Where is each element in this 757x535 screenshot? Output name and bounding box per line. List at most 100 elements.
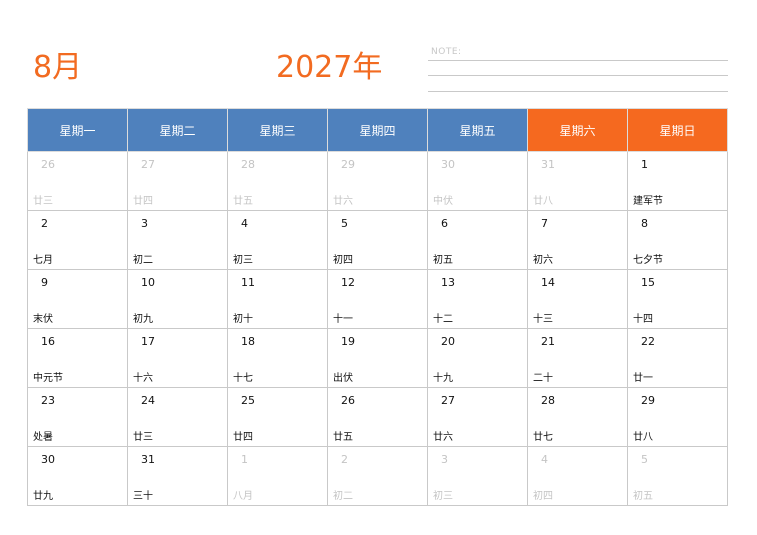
day-number: 6 — [441, 217, 448, 230]
day-cell[interactable]: 8 七夕节 — [627, 210, 728, 270]
day-number: 26 — [341, 394, 355, 407]
day-cell[interactable]: 29 廿八 — [627, 387, 728, 447]
day-cell[interactable]: 7 初六 — [527, 210, 628, 270]
lunar-date: 建军节 — [633, 196, 663, 207]
day-cell[interactable]: 6 初五 — [427, 210, 528, 270]
day-cell[interactable]: 17 十六 — [127, 328, 228, 388]
day-cell[interactable]: 24 廿三 — [127, 387, 228, 447]
day-number: 11 — [241, 276, 255, 289]
day-cell[interactable]: 30 廿九 — [27, 446, 128, 506]
day-number: 27 — [141, 158, 155, 171]
day-cell[interactable]: 12 十一 — [327, 269, 428, 329]
day-number: 13 — [441, 276, 455, 289]
weekend-header: 星期六 — [527, 108, 628, 152]
day-number: 17 — [141, 335, 155, 348]
day-number: 10 — [141, 276, 155, 289]
day-cell[interactable]: 31 三十 — [127, 446, 228, 506]
day-cell[interactable]: 23 处暑 — [27, 387, 128, 447]
day-number: 4 — [541, 453, 548, 466]
day-number: 15 — [641, 276, 655, 289]
lunar-date: 七夕节 — [633, 255, 663, 266]
day-cell[interactable]: 27 廿六 — [427, 387, 528, 447]
day-cell[interactable]: 21 二十 — [527, 328, 628, 388]
day-number: 9 — [41, 276, 48, 289]
lunar-date: 廿六 — [333, 196, 353, 207]
other-month-day-cell[interactable]: 28 廿五 — [227, 151, 328, 211]
week-row: 26 廿三 27 廿四 28 廿五 29 廿六 30 中伏 31 廿八 1 建军节 — [27, 151, 728, 211]
day-number: 29 — [341, 158, 355, 171]
day-number: 31 — [141, 453, 155, 466]
lunar-date: 十一 — [333, 314, 353, 325]
note-label: NOTE: — [431, 47, 462, 57]
lunar-date: 三十 — [133, 491, 153, 502]
day-cell[interactable]: 13 十二 — [427, 269, 528, 329]
lunar-date: 初三 — [433, 491, 453, 502]
other-month-day-cell[interactable]: 29 廿六 — [327, 151, 428, 211]
note-line — [428, 60, 728, 61]
lunar-date: 十二 — [433, 314, 453, 325]
lunar-date: 十六 — [133, 373, 153, 384]
lunar-date: 初二 — [133, 255, 153, 266]
day-number: 21 — [541, 335, 555, 348]
day-number: 1 — [641, 158, 648, 171]
day-cell[interactable]: 20 十九 — [427, 328, 528, 388]
other-month-day-cell[interactable]: 31 廿八 — [527, 151, 628, 211]
other-month-day-cell[interactable]: 3 初三 — [427, 446, 528, 506]
calendar-grid: 星期一 星期二 星期三 星期四 星期五 星期六 星期日 26 廿三 27 廿四 28 廿五… — [27, 108, 728, 506]
day-cell[interactable]: 1 建军节 — [627, 151, 728, 211]
day-number: 28 — [541, 394, 555, 407]
other-month-day-cell[interactable]: 1 八月 — [227, 446, 328, 506]
day-cell[interactable]: 19 出伏 — [327, 328, 428, 388]
other-month-day-cell[interactable]: 30 中伏 — [427, 151, 528, 211]
day-cell[interactable]: 9 末伏 — [27, 269, 128, 329]
day-cell[interactable]: 15 十四 — [627, 269, 728, 329]
weekday-header-row: 星期一 星期二 星期三 星期四 星期五 星期六 星期日 — [27, 108, 728, 152]
other-month-day-cell[interactable]: 27 廿四 — [127, 151, 228, 211]
day-number: 5 — [341, 217, 348, 230]
day-number: 14 — [541, 276, 555, 289]
day-cell[interactable]: 25 廿四 — [227, 387, 328, 447]
day-number: 3 — [141, 217, 148, 230]
day-cell[interactable]: 16 中元节 — [27, 328, 128, 388]
day-cell[interactable]: 10 初九 — [127, 269, 228, 329]
lunar-date: 初四 — [333, 255, 353, 266]
day-number: 2 — [341, 453, 348, 466]
day-number: 24 — [141, 394, 155, 407]
day-number: 2 — [41, 217, 48, 230]
day-cell[interactable]: 11 初十 — [227, 269, 328, 329]
day-cell[interactable]: 3 初二 — [127, 210, 228, 270]
day-cell[interactable]: 26 廿五 — [327, 387, 428, 447]
day-cell[interactable]: 2 七月 — [27, 210, 128, 270]
day-cell[interactable]: 22 廿一 — [627, 328, 728, 388]
other-month-day-cell[interactable]: 4 初四 — [527, 446, 628, 506]
note-line — [428, 75, 728, 76]
other-month-day-cell[interactable]: 5 初五 — [627, 446, 728, 506]
day-number: 28 — [241, 158, 255, 171]
day-number: 27 — [441, 394, 455, 407]
day-number: 5 — [641, 453, 648, 466]
week-row: 23 处暑 24 廿三 25 廿四 26 廿五 27 廿六 28 廿七 29 廿八 — [27, 387, 728, 447]
lunar-date: 末伏 — [33, 314, 53, 325]
day-number: 25 — [241, 394, 255, 407]
day-number: 23 — [41, 394, 55, 407]
day-cell[interactable]: 4 初三 — [227, 210, 328, 270]
lunar-date: 廿一 — [633, 373, 653, 384]
lunar-date: 廿五 — [333, 432, 353, 443]
week-row: 9 末伏 10 初九 11 初十 12 十一 13 十二 14 十三 15 十四 — [27, 269, 728, 329]
lunar-date: 廿四 — [133, 196, 153, 207]
day-number: 20 — [441, 335, 455, 348]
other-month-day-cell[interactable]: 2 初二 — [327, 446, 428, 506]
day-number: 30 — [41, 453, 55, 466]
lunar-date: 八月 — [233, 491, 253, 502]
day-cell[interactable]: 14 十三 — [527, 269, 628, 329]
day-cell[interactable]: 18 十七 — [227, 328, 328, 388]
day-cell[interactable]: 5 初四 — [327, 210, 428, 270]
weekday-header: 星期四 — [327, 108, 428, 152]
note-line — [428, 91, 728, 92]
day-number: 19 — [341, 335, 355, 348]
lunar-date: 廿六 — [433, 432, 453, 443]
lunar-date: 十七 — [233, 373, 253, 384]
day-cell[interactable]: 28 廿七 — [527, 387, 628, 447]
other-month-day-cell[interactable]: 26 廿三 — [27, 151, 128, 211]
lunar-date: 廿七 — [533, 432, 553, 443]
